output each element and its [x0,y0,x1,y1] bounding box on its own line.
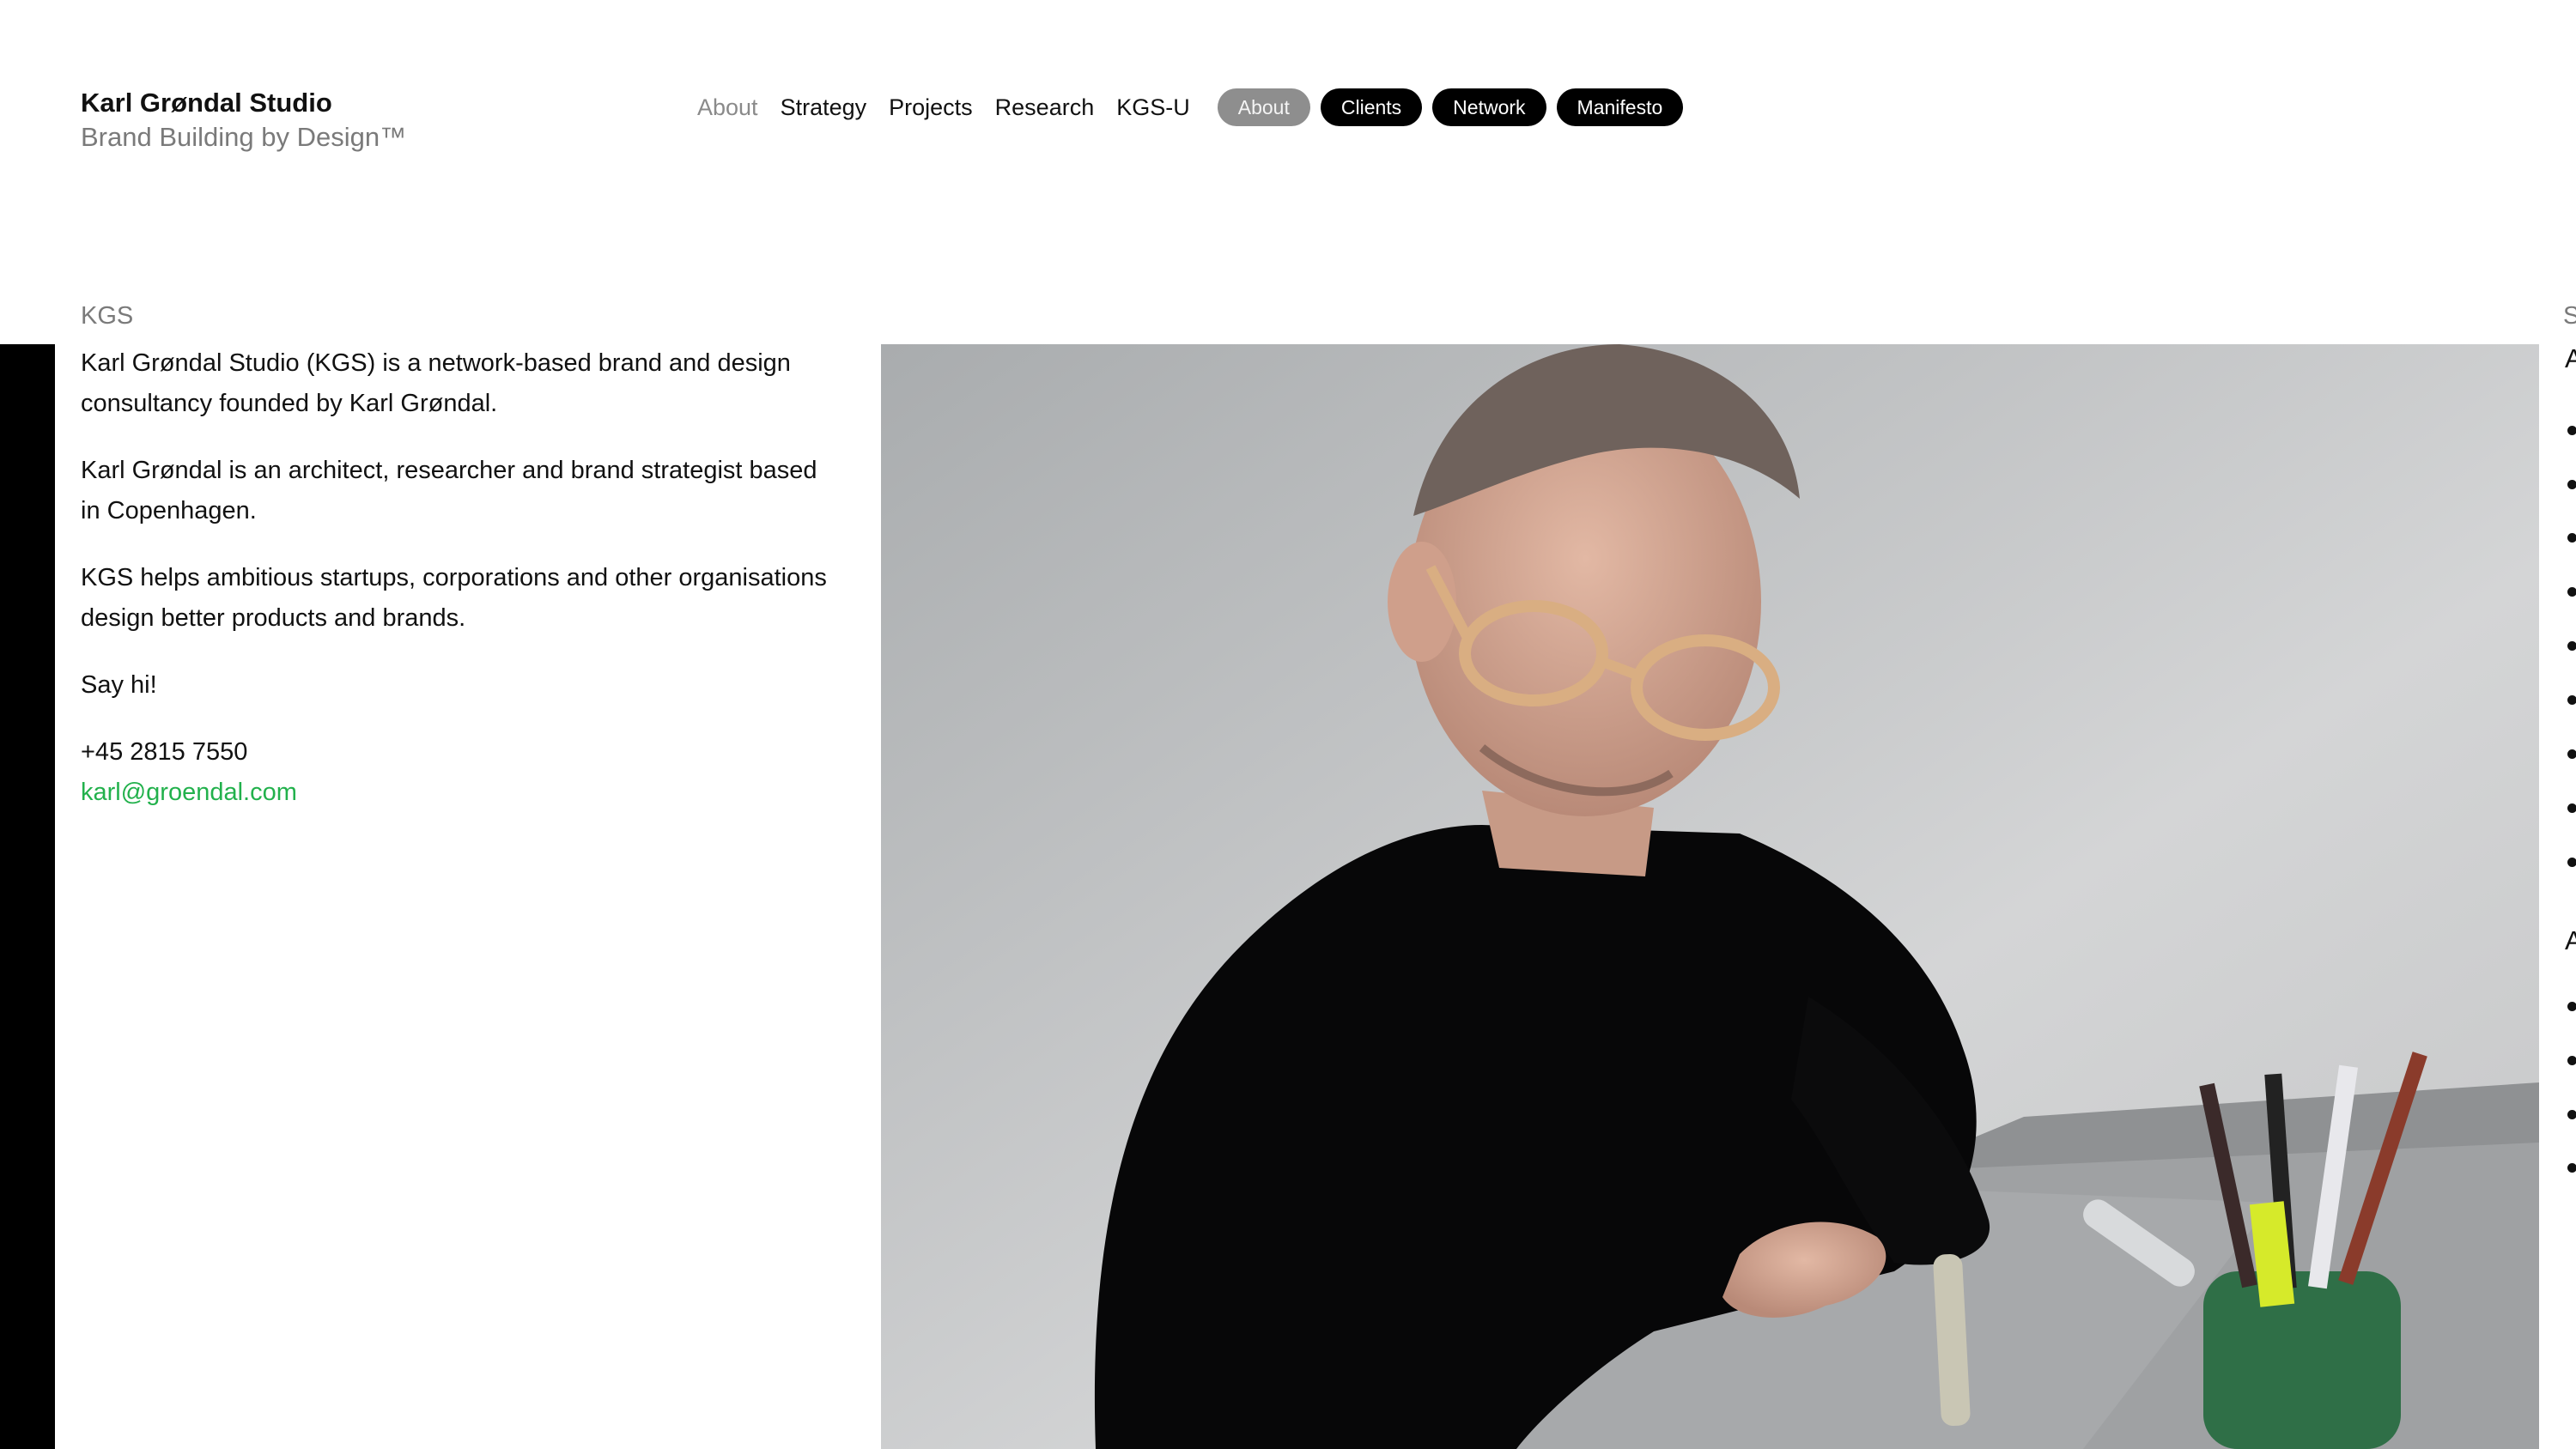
left-black-bar [0,344,55,1449]
bullet [2567,426,2576,435]
pill-manifesto[interactable]: Manifesto [1556,88,1684,126]
bullet [2567,1056,2576,1065]
brand-name[interactable]: Karl Grøndal Studio [81,86,406,120]
bullet [2567,695,2576,705]
pill-about[interactable]: About [1217,88,1310,126]
intro-text: Karl Grøndal Studio (KGS) is a network-b… [81,343,836,813]
nav-link-strategy[interactable]: Strategy [781,92,867,123]
bullet [2567,858,2576,867]
portrait-photo [881,344,2539,1449]
phone-number[interactable]: +45 2815 7550 [81,732,836,773]
email-link[interactable]: karl@groendal.com [81,773,836,813]
pill-network[interactable]: Network [1432,88,1546,126]
bullet [2567,480,2576,489]
bullet [2567,1110,2576,1119]
pill-clients[interactable]: Clients [1320,88,1423,126]
bullet [2567,803,2576,813]
bullet [2567,641,2576,651]
intro-paragraph: KGS helps ambitious startups, corporatio… [81,564,827,632]
page: Karl Grøndal Studio Brand Building by De… [0,0,2576,1449]
intro-paragraph: Karl Grøndal Studio (KGS) is a network-b… [81,349,791,417]
right-section-label: S [2563,302,2576,330]
bullet [2567,749,2576,759]
brand-tagline: Brand Building by Design™ [81,122,407,152]
bullet [2567,1002,2576,1011]
bullet [2567,533,2576,543]
nav-link-about[interactable]: About [697,92,758,123]
brand[interactable]: Karl Grøndal Studio Brand Building by De… [81,86,406,155]
nav-link-kgs-u[interactable]: KGS-U [1116,92,1190,123]
right-column-heading: A [2565,343,2576,373]
subnav-pills: About Clients Network Manifesto [1217,88,1694,126]
bullet [2567,587,2576,597]
nav-link-research[interactable]: Research [995,92,1095,123]
intro-paragraph: Karl Grøndal is an architect, researcher… [81,457,817,524]
bullet [2567,1163,2576,1173]
section-label: KGS [81,302,134,330]
intro-say-hi: Say hi! [81,671,157,699]
main-nav: About Strategy Projects Research KGS-U A… [697,88,1693,126]
nav-link-projects[interactable]: Projects [889,92,973,123]
right-column-heading: A [2565,925,2576,955]
portrait-photo-illustration [881,344,2539,1449]
